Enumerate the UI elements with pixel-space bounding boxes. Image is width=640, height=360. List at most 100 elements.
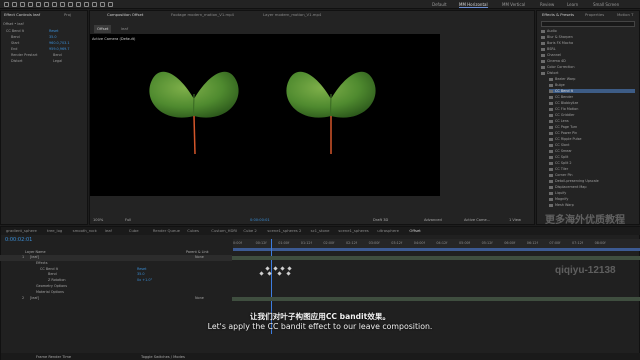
effects-list-item[interactable]: Bulge: [549, 83, 635, 87]
effects-list-item[interactable]: BSRL: [541, 47, 635, 51]
pan-behind-tool-icon[interactable]: [52, 2, 57, 7]
effects-list-item[interactable]: CC Blobbylize: [549, 101, 635, 105]
workspace-learn[interactable]: Learn: [567, 2, 578, 7]
effects-list-item[interactable]: Audio: [541, 29, 635, 33]
table-row[interactable]: 2 [leaf] None: [0, 296, 232, 302]
effects-list-item[interactable]: Mesh Warp: [549, 203, 635, 207]
ec-end-value[interactable]: 959.0,969.7: [49, 47, 70, 51]
effects-list-item[interactable]: CC Page Turn: [549, 125, 635, 129]
layer-name[interactable]: [leaf]: [30, 296, 39, 300]
effects-list-item[interactable]: Displacement Map: [549, 185, 635, 189]
type-tool-icon[interactable]: [76, 2, 81, 7]
eraser-tool-icon[interactable]: [100, 2, 105, 7]
table-row[interactable]: Bend 35.0: [0, 272, 232, 278]
home-icon[interactable]: [4, 2, 9, 7]
layer-parent-or-value[interactable]: 0x +1.0°: [137, 278, 152, 282]
pen-tool-icon[interactable]: [68, 2, 73, 7]
ec-render-prestart-select[interactable]: Bend: [53, 53, 62, 57]
effects-list-item[interactable]: Bezier Warp: [549, 77, 635, 81]
effects-list-item[interactable]: Detail-preserving Upscale: [549, 179, 635, 183]
crumb-offset[interactable]: Offset: [94, 25, 112, 33]
layer-name[interactable]: Material Options: [36, 290, 64, 294]
table-row[interactable]: Effects: [0, 261, 232, 267]
view-count-select[interactable]: 1 View: [509, 218, 521, 222]
puppet-tool-icon[interactable]: [108, 2, 113, 7]
tab-effects-presets[interactable]: Effects & Presets: [539, 11, 577, 19]
zoom-select[interactable]: 100%: [93, 218, 103, 222]
table-row[interactable]: Material Options: [0, 290, 232, 296]
layer-parent-or-value[interactable]: 35.0: [137, 272, 145, 276]
ec-distort-select[interactable]: Legal: [53, 59, 62, 63]
effects-list-item[interactable]: Blur & Sharpen: [541, 35, 635, 39]
tab-footage[interactable]: Footage modern_motion_V1.mp4: [168, 11, 237, 19]
timeline-tab[interactable]: Custom_HDRI: [208, 227, 240, 235]
effects-list-item[interactable]: Liquify: [549, 191, 635, 195]
layer-name[interactable]: Bend: [48, 272, 57, 276]
timeline-tab[interactable]: scene1_spheres 2: [264, 227, 304, 235]
zoom-tool-icon[interactable]: [28, 2, 33, 7]
effects-list-item[interactable]: CC Split 2: [549, 161, 635, 165]
effects-list-item[interactable]: CC Flo Motion: [549, 107, 635, 111]
timeline-tab[interactable]: scene1_spheres: [335, 227, 371, 235]
layer-duration-bar[interactable]: [232, 256, 640, 260]
layer-name[interactable]: Z Rotation: [48, 278, 66, 282]
tab-composition[interactable]: Composition Offset: [104, 11, 146, 19]
workspace-review[interactable]: Review: [540, 2, 554, 7]
timeline-tab[interactable]: Cubes: [184, 227, 202, 235]
effects-list-item[interactable]: CC Griddler: [549, 113, 635, 117]
effects-list-item[interactable]: CC Bender: [549, 95, 635, 99]
timeline-tab[interactable]: Offset: [406, 227, 423, 235]
hand-tool-icon[interactable]: [20, 2, 25, 7]
timeline-tab[interactable]: leaf: [102, 227, 115, 235]
layer-parent-or-value[interactable]: None: [195, 296, 204, 300]
effects-list-item[interactable]: CC Ripple Pulse: [549, 137, 635, 141]
effects-list-item[interactable]: Magnify: [549, 197, 635, 201]
viewer-timecode[interactable]: 0:00:00:01: [250, 218, 270, 222]
effects-list-item[interactable]: CC Power Pin: [549, 131, 635, 135]
table-row[interactable]: Geometry Options: [0, 284, 232, 290]
layer-name[interactable]: Geometry Options: [36, 284, 67, 288]
effects-list-item[interactable]: CC Split: [549, 155, 635, 159]
composition-viewer[interactable]: Active Camera (Default): [90, 34, 440, 196]
effects-search-input[interactable]: [541, 21, 635, 27]
effects-list-item[interactable]: Distort: [541, 71, 635, 75]
table-row[interactable]: 1 [leaf] None: [0, 255, 232, 261]
timeline-tab[interactable]: smooth_rock: [70, 227, 100, 235]
tab-project[interactable]: Proj: [61, 11, 74, 19]
ec-reset-link[interactable]: Reset: [49, 29, 58, 33]
ec-effect-name[interactable]: CC Bend It: [6, 29, 24, 33]
timeline-tab[interactable]: sc1_stone: [308, 227, 333, 235]
workspace-default[interactable]: Default: [432, 2, 447, 7]
workspace-mm-horizontal[interactable]: MM Horizontal: [459, 2, 488, 8]
layer-duration-bar[interactable]: [232, 296, 640, 301]
effects-list-item[interactable]: Color Correction: [541, 65, 635, 69]
timeline-tab[interactable]: Cube: [126, 227, 142, 235]
effects-list-item[interactable]: Cinema 4D: [541, 59, 635, 63]
tab-motion[interactable]: Motion T: [614, 11, 636, 19]
timeline-timecode[interactable]: 0:00:02:01: [5, 237, 32, 243]
tab-properties[interactable]: Properties: [582, 11, 607, 19]
shape-tool-icon[interactable]: [60, 2, 65, 7]
effects-list-item[interactable]: Channel: [541, 53, 635, 57]
effects-list-item[interactable]: CC Bend It: [549, 89, 635, 93]
layer-name[interactable]: CC Bend It: [40, 267, 58, 271]
toggle-switches-modes[interactable]: Toggle Switches / Modes: [141, 355, 185, 359]
resolution-select[interactable]: Full: [125, 218, 131, 222]
clone-stamp-tool-icon[interactable]: [92, 2, 97, 7]
effects-list-item[interactable]: CC Slant: [549, 143, 635, 147]
effects-list-item[interactable]: Boris FX Mocha: [541, 41, 635, 45]
timeline-tab[interactable]: ultrasphere: [374, 227, 402, 235]
tab-effect-controls[interactable]: Effect Controls leaf: [1, 11, 43, 19]
workspace-small-screen[interactable]: Small Screen: [593, 2, 619, 7]
timeline-tab[interactable]: tree_log: [44, 227, 65, 235]
effects-list-item[interactable]: CC Lens: [549, 119, 635, 123]
timeline-tab[interactable]: Cube 2: [240, 227, 259, 235]
effects-list-item[interactable]: Corner Pin: [549, 173, 635, 177]
table-row[interactable]: Z Rotation 0x +1.0°: [0, 278, 232, 284]
camera-tool-icon[interactable]: [44, 2, 49, 7]
timeline-tab[interactable]: Render Queue: [150, 227, 183, 235]
tab-layer[interactable]: Layer modern_motion_V1.mp4: [260, 11, 324, 19]
camera-select[interactable]: Active Came...: [464, 218, 490, 222]
layer-parent-or-value[interactable]: None: [195, 255, 204, 259]
timeline-tab[interactable]: gradient_sphere: [3, 227, 40, 235]
